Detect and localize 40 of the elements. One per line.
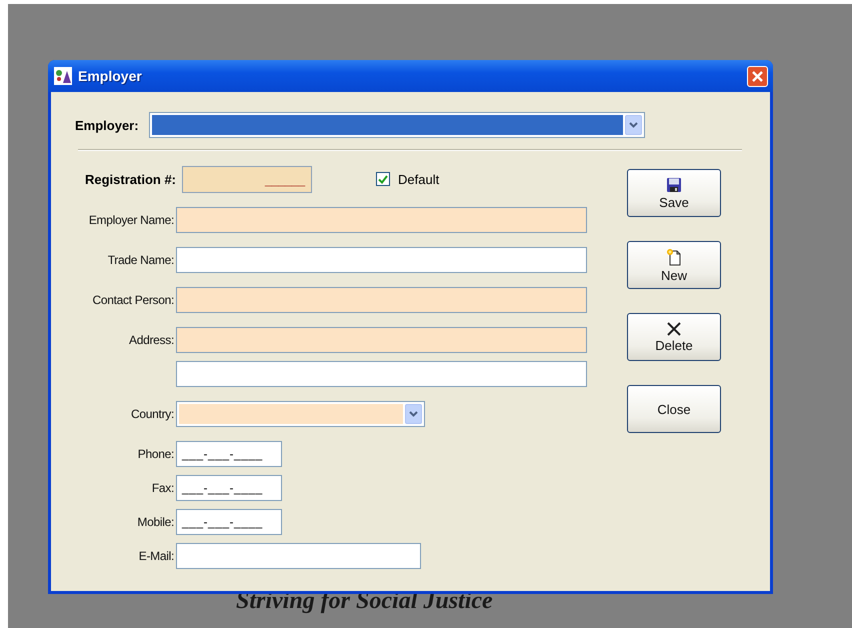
field-label: Employer Name: — [88, 213, 174, 227]
new-document-icon — [665, 248, 683, 266]
field-label: E-Mail: — [138, 549, 174, 563]
dropdown-button[interactable] — [624, 115, 642, 135]
action-button[interactable]: Save — [627, 169, 721, 217]
checkbox[interactable] — [376, 172, 390, 186]
input-field[interactable] — [176, 287, 587, 313]
employer-dropdown[interactable] — [148, 112, 645, 138]
close-icon — [667, 322, 681, 336]
phone-field[interactable]: ___-___-____ — [176, 441, 282, 467]
field-label: Country: — [131, 407, 174, 421]
close-icon — [752, 70, 763, 82]
input-field[interactable] — [176, 247, 587, 273]
field-label: Fax: — [152, 481, 174, 495]
app-icon — [54, 67, 72, 85]
field-label: Registration #: — [84, 172, 177, 186]
field-label: Trade Name: — [108, 253, 174, 267]
input-field[interactable] — [176, 327, 587, 353]
checkbox-label: Default — [398, 172, 440, 186]
chevron-down-icon — [628, 122, 638, 128]
registration-field[interactable]: ______ — [182, 166, 312, 192]
field-label: Mobile: — [137, 515, 174, 529]
field-label: Address: — [129, 333, 174, 347]
phone-field[interactable]: ___-___-____ — [176, 509, 282, 535]
field-label: Phone: — [138, 447, 174, 461]
checkmark-icon — [378, 174, 388, 184]
phone-field[interactable]: ___-___-____ — [176, 475, 282, 501]
action-button[interactable]: Delete — [627, 313, 721, 361]
input-field[interactable] — [176, 207, 587, 233]
field-label: Contact Person: — [92, 293, 174, 307]
email-field[interactable] — [176, 543, 421, 569]
close-button[interactable] — [747, 66, 768, 86]
dropdown-button[interactable] — [405, 404, 422, 424]
action-button[interactable]: New — [627, 241, 721, 289]
input-field[interactable] — [176, 361, 587, 387]
country-dropdown[interactable] — [176, 401, 425, 427]
window-title: Employer — [78, 68, 142, 84]
field-label: Employer: — [75, 118, 139, 132]
chevron-down-icon — [409, 411, 418, 417]
action-button[interactable]: Close — [627, 385, 721, 433]
